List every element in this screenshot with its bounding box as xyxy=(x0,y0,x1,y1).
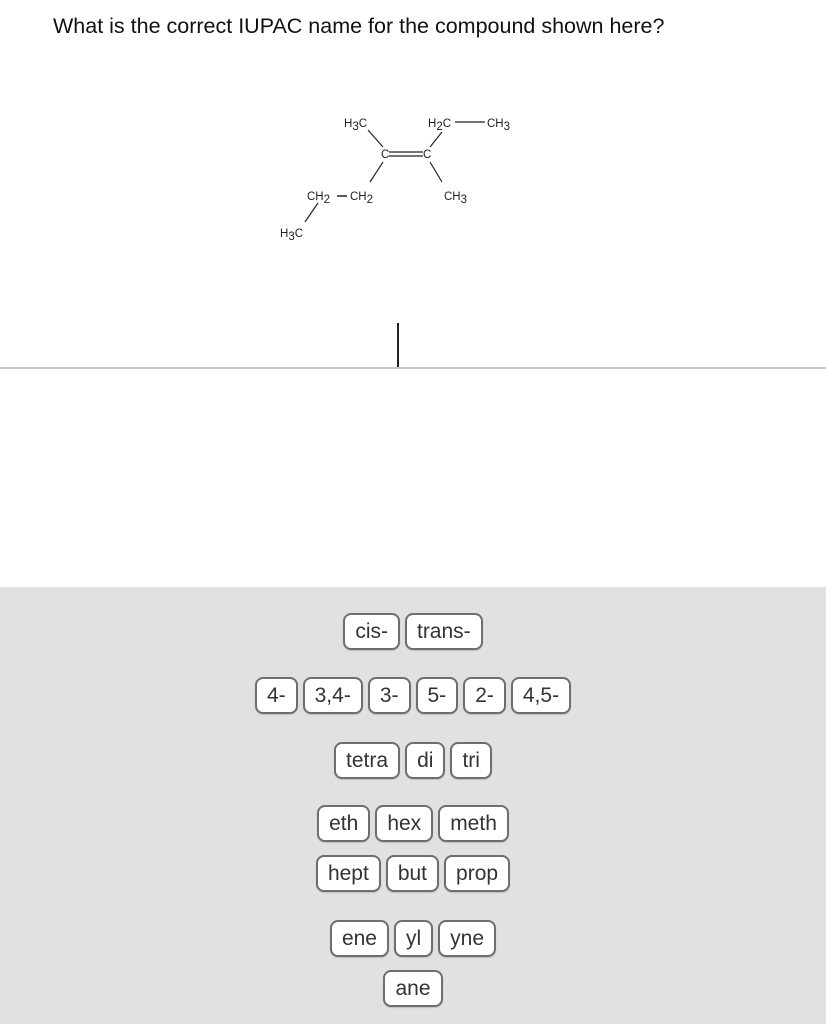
question-text: What is the correct IUPAC name for the c… xyxy=(53,14,665,38)
label-ch2-a: CH2 xyxy=(307,191,330,206)
label-ch2-b: CH2 xyxy=(350,191,373,206)
bond-cright-ch3 xyxy=(429,161,443,183)
tile-ane[interactable]: ane xyxy=(383,970,443,1007)
tile-hex[interactable]: hex xyxy=(375,805,434,842)
tile-row-isomer: cis- trans- xyxy=(0,613,826,650)
tile-yne[interactable]: yne xyxy=(438,920,497,957)
tile-meth[interactable]: meth xyxy=(438,805,509,842)
tile-row-suffixes: ene yl yne xyxy=(0,920,826,957)
chemical-structure: H3C H2C CH3 C C CH2 CH2 CH3 H3C xyxy=(280,118,510,243)
tile-2[interactable]: 2- xyxy=(463,677,506,714)
label-c-left: C xyxy=(381,149,389,161)
bond-h3c-cleft xyxy=(367,129,384,148)
label-h3c-bottom: H3C xyxy=(280,228,303,243)
bond-cright-ch2 xyxy=(429,131,443,148)
label-ch3-top: CH3 xyxy=(487,118,510,133)
bond-cleft-ch2 xyxy=(369,161,384,183)
label-ch3-right: CH3 xyxy=(444,191,467,206)
tile-tetra[interactable]: tetra xyxy=(334,742,401,779)
tile-trans[interactable]: trans- xyxy=(404,613,483,650)
tile-3-4[interactable]: 3,4- xyxy=(302,677,363,714)
tile-hept[interactable]: hept xyxy=(315,855,381,892)
tile-cis[interactable]: cis- xyxy=(343,613,400,650)
bond-ch2-h3c xyxy=(304,202,319,223)
label-h3c-top: H3C xyxy=(344,118,367,133)
tile-yl[interactable]: yl xyxy=(394,920,434,957)
tile-row-stems-1: eth hex meth xyxy=(0,805,826,842)
answer-drop-zone[interactable] xyxy=(0,300,826,370)
tile-eth[interactable]: eth xyxy=(317,805,371,842)
tile-row-stems-2: hept but prop xyxy=(0,855,826,892)
tile-4-5[interactable]: 4,5- xyxy=(510,677,572,714)
tile-bank: cis- trans- 4- 3,4- 3- 5- 2- 4,5- tetra … xyxy=(0,587,826,1024)
tile-3[interactable]: 3- xyxy=(367,677,411,714)
tile-4[interactable]: 4- xyxy=(254,677,298,714)
answer-underline xyxy=(0,367,826,369)
tile-prop[interactable]: prop xyxy=(444,855,511,892)
tile-5[interactable]: 5- xyxy=(415,677,459,714)
tile-row-multipliers: tetra di tri xyxy=(0,742,826,779)
text-cursor xyxy=(397,323,399,368)
label-c-right: C xyxy=(423,149,431,161)
tile-tri[interactable]: tri xyxy=(450,742,492,779)
tile-row-suffixes-2: ane xyxy=(0,970,826,1007)
tile-row-locants: 4- 3,4- 3- 5- 2- 4,5- xyxy=(0,677,826,714)
tile-but[interactable]: but xyxy=(385,855,440,892)
label-h2c-top: H2C xyxy=(428,118,451,133)
tile-di[interactable]: di xyxy=(405,742,446,779)
tile-ene[interactable]: ene xyxy=(329,920,389,957)
